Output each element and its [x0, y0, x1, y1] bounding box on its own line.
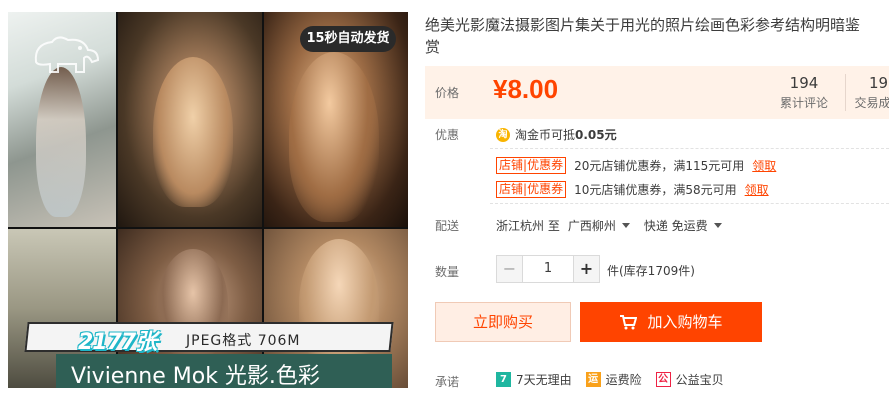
coupon-tag: 店铺|优惠券: [496, 157, 567, 174]
shipping-label: 配送: [435, 219, 460, 233]
promo-name-text: Vivienne Mok 光影.色彩: [71, 364, 320, 388]
quantity-label: 数量: [435, 265, 460, 279]
promise-item[interactable]: 公 公益宝贝: [655, 371, 724, 388]
quantity-stepper: − 1 +: [496, 255, 600, 283]
promotions-label: 优惠: [435, 128, 460, 142]
promo-count-text: 2177张: [78, 330, 157, 355]
taobao-coin-row: 淘 淘金币可抵 0.05元: [496, 126, 617, 143]
promise-item[interactable]: 运 运费险: [585, 371, 642, 388]
coupon-tag-shop: 店铺: [499, 158, 524, 172]
coupon-text: 10元店铺优惠券，满58元可用: [574, 183, 737, 197]
product-title: 绝美光影魔法摄影图片集关于用光的照片绘画色彩参考结构明暗鉴: [425, 16, 861, 34]
review-count: 194: [789, 74, 819, 92]
price-panel: 价格 ¥8.00 194 累计评论 19 交易成功: [425, 66, 889, 119]
review-stat[interactable]: 194 累计评论: [775, 74, 833, 111]
add-to-cart-label: 加入购物车: [647, 313, 723, 331]
promo-banner: 2177张 JPEG格式 706M Vivienne Mok 光影.色彩: [24, 322, 394, 388]
photo-tile: [118, 12, 262, 227]
quantity-increase-button[interactable]: +: [573, 256, 599, 282]
coupon-tag-type: 优惠券: [527, 182, 564, 196]
promise-item[interactable]: 7 7天无理由: [496, 371, 572, 388]
price-amount: 8.00: [507, 74, 559, 104]
promise-item-label: 运费险: [605, 373, 642, 387]
stock-text: 件(库存1709件): [607, 264, 695, 278]
price-label: 价格: [435, 86, 460, 100]
coupon-tag-shop: 店铺: [499, 182, 524, 196]
currency-symbol: ¥: [493, 74, 508, 104]
claim-coupon-link[interactable]: 领取: [745, 181, 769, 198]
review-label: 累计评论: [779, 96, 828, 110]
shipping-insurance-icon: 运: [585, 372, 601, 387]
seven-day-return-icon: 7: [496, 372, 511, 387]
promise-item-label: 7天无理由: [516, 373, 572, 387]
price-value: ¥8.00: [493, 74, 558, 105]
coin-amount: 0.05元: [575, 128, 617, 142]
add-to-cart-button[interactable]: 加入购物车: [580, 302, 762, 342]
coupon-item: 店铺|优惠券 10元店铺优惠券，满58元可用 领取: [496, 181, 769, 198]
auto-ship-badge: 15秒自动发货: [300, 26, 396, 52]
promise-item-label: 公益宝贝: [675, 373, 724, 387]
chevron-down-icon[interactable]: [621, 223, 630, 228]
ship-from: 浙江杭州 至: [496, 219, 560, 233]
coupon-tag: 店铺|优惠券: [496, 181, 567, 198]
product-main-image[interactable]: 15秒自动发货 2177张 JPEG格式 706M Vivienne Mok 光…: [8, 12, 408, 388]
claim-coupon-link[interactable]: 领取: [752, 157, 776, 174]
coupon-tag-type: 优惠券: [527, 158, 564, 172]
quantity-input[interactable]: 1: [523, 256, 573, 282]
shopping-cart-icon: [620, 315, 638, 330]
coin-text: 淘金币可抵: [515, 128, 576, 142]
figure-shape: [153, 57, 233, 207]
coupon-item: 店铺|优惠券 20元店铺优惠券，满115元可用 领取: [496, 157, 776, 174]
coupon-list: 店铺|优惠券 20元店铺优惠券，满115元可用 领取 店铺|优惠券 10元店铺优…: [490, 148, 889, 204]
promo-format-text: JPEG格式 706M: [186, 333, 301, 349]
ship-destination-select[interactable]: 广西柳州: [568, 217, 616, 234]
product-title-continued: 赏: [425, 38, 441, 56]
deal-label: 交易成功: [854, 96, 889, 110]
chevron-down-icon[interactable]: [713, 223, 722, 228]
ship-method-select[interactable]: 快递 免运费: [644, 217, 708, 234]
deal-count: 19: [868, 74, 889, 92]
figure-shape: [36, 67, 86, 217]
charity-item-icon: 公: [655, 372, 671, 387]
promise-list: 7 7天无理由 运 运费险 公 公益宝贝: [496, 371, 738, 388]
figure-shape: [289, 52, 379, 222]
buy-now-button[interactable]: 立即购买: [435, 302, 571, 342]
shipping-row: 浙江杭州 至 广西柳州 快递 免运费: [496, 217, 736, 234]
quantity-decrease-button[interactable]: −: [497, 256, 523, 282]
coupon-text: 20元店铺优惠券，满115元可用: [574, 159, 745, 173]
taobao-coin-icon: 淘: [496, 127, 510, 142]
promise-label: 承诺: [435, 375, 460, 389]
elephant-logo-icon: [34, 36, 100, 73]
deal-stat[interactable]: 19 交易成功: [845, 74, 889, 111]
